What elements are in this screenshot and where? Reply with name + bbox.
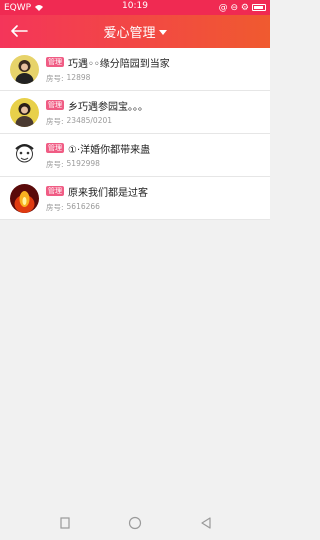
item-line2: 房号: 5616266 <box>46 202 148 213</box>
room-number: 12898 <box>66 72 91 82</box>
item-info: 管理 原来我们都是过客 房号: 5616266 <box>46 184 148 213</box>
list-item[interactable]: 管理 ①·洋婚你都带来蛊 房号: 5192998 <box>0 134 270 177</box>
caret-down-icon <box>158 30 167 35</box>
room-label: 房号: <box>46 73 64 83</box>
back-button[interactable] <box>7 21 31 41</box>
battery-icon <box>252 4 266 11</box>
item-info: 管理 巧遇◦◦缘分陪园到当家 房号: 12898 <box>46 55 170 84</box>
item-line1: 管理 乡巧遇参园宝。。。 <box>46 98 148 113</box>
love-list: 管理 巧遇◦◦缘分陪园到当家 房号: 12898 管理 乡巧遇参园宝。。。 房号… <box>0 48 270 220</box>
room-label: 房号: <box>46 116 64 126</box>
circle-icon <box>128 516 142 530</box>
avatar <box>10 140 39 170</box>
home-button[interactable] <box>128 515 142 530</box>
room-number: 23485/0201 <box>66 115 113 125</box>
list-item[interactable]: 管理 原来我们都是过客 房号: 5616266 <box>0 177 270 220</box>
item-line2: 房号: 5192998 <box>46 159 150 170</box>
role-tag: 管理 <box>46 57 64 67</box>
room-label: 房号: <box>46 159 64 169</box>
avatar <box>10 54 39 84</box>
room-number: 5616266 <box>66 201 100 211</box>
avatar <box>10 183 39 213</box>
role-tag: 管理 <box>46 186 64 196</box>
item-line1: 管理 巧遇◦◦缘分陪园到当家 <box>46 55 170 70</box>
item-line1: 管理 原来我们都是过客 <box>46 184 148 199</box>
item-name: 原来我们都是过客 <box>68 187 148 199</box>
item-info: 管理 ①·洋婚你都带来蛊 房号: 5192998 <box>46 141 150 170</box>
square-icon <box>60 517 70 529</box>
header: 爱心管理 <box>0 15 270 48</box>
item-line2: 房号: 12898 <box>46 73 170 84</box>
recent-apps-button[interactable] <box>58 515 72 529</box>
list-item[interactable]: 管理 乡巧遇参园宝。。。 房号: 23485/0201 <box>0 91 270 134</box>
item-info: 管理 乡巧遇参园宝。。。 房号: 23485/0201 <box>46 98 148 127</box>
avatar <box>10 97 39 127</box>
item-name: 乡巧遇参园宝。。。 <box>68 101 148 113</box>
item-line2: 房号: 23485/0201 <box>46 116 148 127</box>
arrow-left-icon <box>11 25 28 37</box>
status-time: 10:19 <box>122 1 148 11</box>
item-line1: 管理 ①·洋婚你都带来蛊 <box>46 141 150 156</box>
role-tag: 管理 <box>46 143 64 153</box>
back-nav-button[interactable] <box>199 515 213 529</box>
list-item[interactable]: 管理 巧遇◦◦缘分陪园到当家 房号: 12898 <box>0 48 270 91</box>
item-name: 巧遇◦◦缘分陪园到当家 <box>68 58 170 70</box>
title-dropdown[interactable]: 爱心管理 <box>103 22 167 41</box>
system-nav-bar <box>0 503 270 540</box>
role-tag: 管理 <box>46 100 64 110</box>
triangle-back-icon <box>201 517 211 529</box>
room-label: 房号: <box>46 202 64 212</box>
room-number: 5192998 <box>66 158 100 168</box>
status-bar: EQWP 10:19 @ ⊖ ⚙ <box>0 0 270 15</box>
page-title: 爱心管理 <box>103 26 156 41</box>
item-name: ①·洋婚你都带来蛊 <box>68 144 151 156</box>
